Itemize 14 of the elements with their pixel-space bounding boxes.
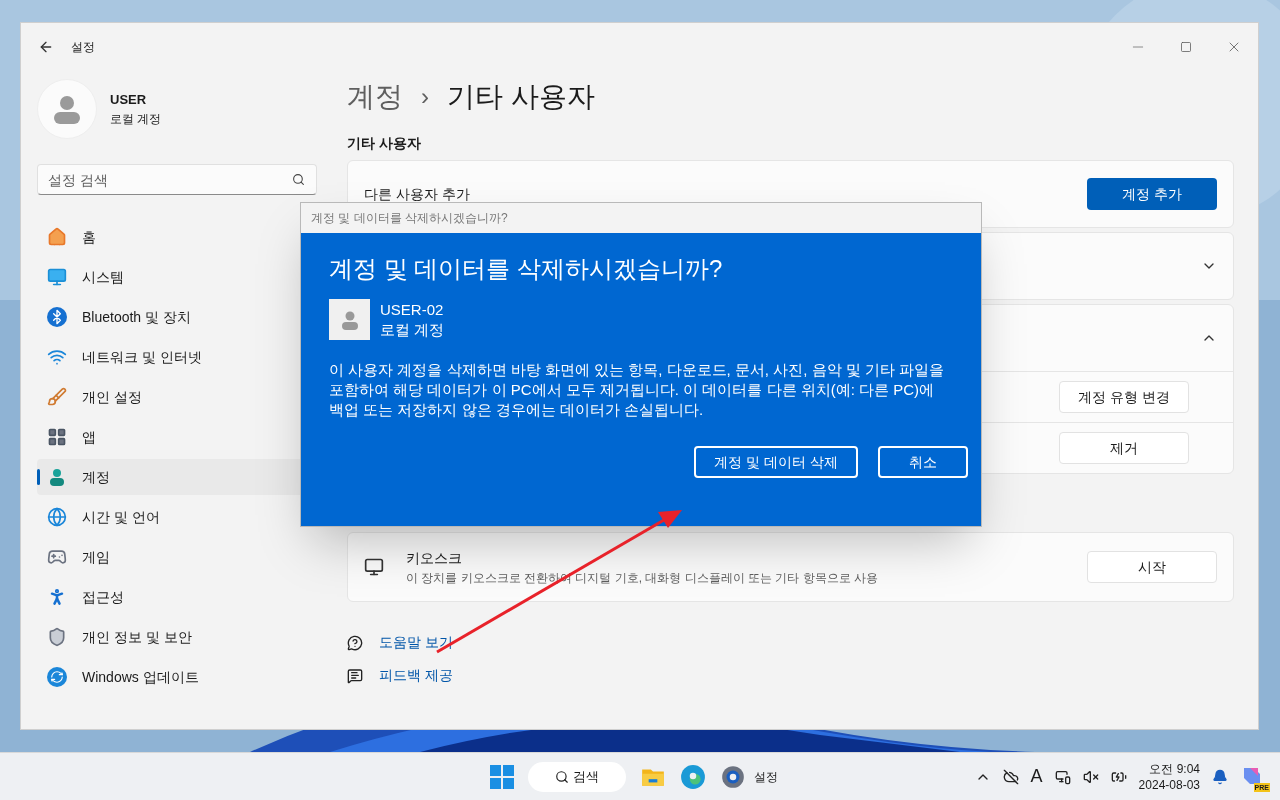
add-user-label: 다른 사용자 추가	[364, 184, 470, 204]
page-title: 기타 사용자	[447, 80, 595, 114]
profile-type: 로컬 계정	[110, 110, 162, 128]
dialog-user-type: 로컬 계정	[380, 319, 445, 340]
breadcrumb-separator: ›	[421, 82, 429, 112]
profile-name: USER	[110, 91, 148, 110]
kiosk-title: 키오스크	[406, 548, 463, 568]
dialog-caption: 계정 및 데이터를 삭제하시겠습니까?	[311, 210, 508, 227]
running-app-label: 설정	[754, 768, 778, 786]
dialog-message: 이 사용자 계정을 삭제하면 바탕 화면에 있는 항목, 다운로드, 문서, 사진, 음악 및 기타 파일을 포함하여 해당 데이터가 이 PC에서 모두 제거됩니다. 이 데이터를 다른 위치(예: 다른 PC)에 백업 또는 저장하지 않은 경우에는 데이터가 손실됩니다.	[329, 360, 945, 420]
window-title: 설정	[71, 39, 95, 56]
dialog-heading: 계정 및 데이터를 삭제하시겠습니까?	[329, 254, 724, 284]
dialog-user-name: USER-02	[380, 299, 445, 320]
section-title: 기타 사용자	[347, 134, 422, 153]
